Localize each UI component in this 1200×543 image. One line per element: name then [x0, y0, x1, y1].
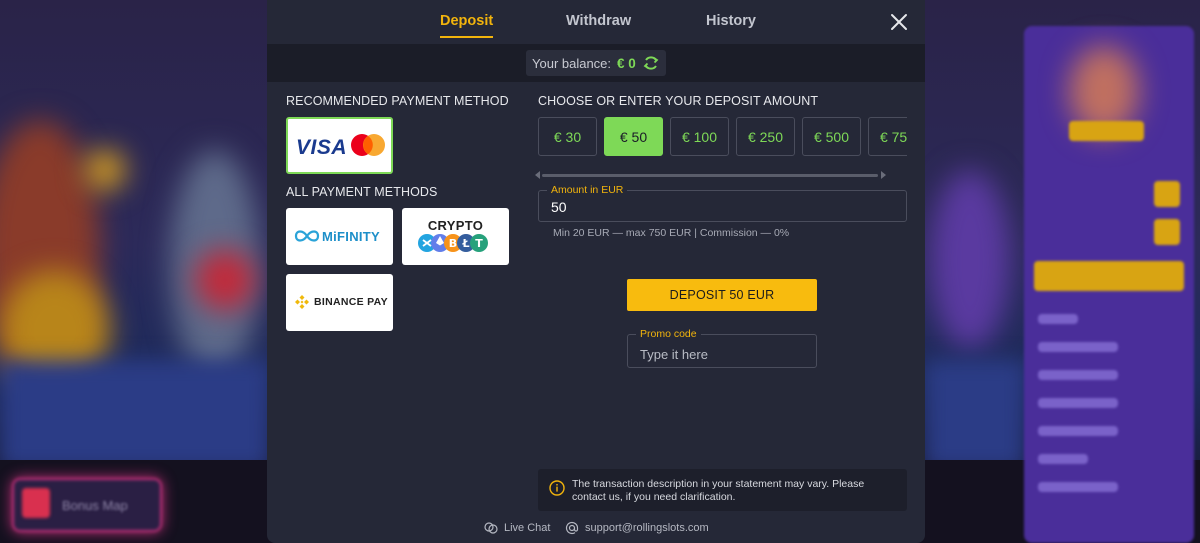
- balance-value: € 0: [617, 55, 636, 71]
- mifinity-logo: MiFINITY: [322, 229, 381, 244]
- bg-flag: [85, 150, 125, 190]
- bg-panel-button: [1154, 181, 1180, 207]
- promo-code-input[interactable]: [640, 345, 800, 363]
- amount-option-30[interactable]: € 30: [538, 117, 597, 156]
- amount-option-250[interactable]: € 250: [736, 117, 795, 156]
- amount-field[interactable]: Amount in EUR 50: [538, 184, 907, 222]
- scroll-right-arrow-icon[interactable]: [881, 171, 886, 179]
- payment-method-mifinity[interactable]: MiFINITY: [286, 208, 393, 265]
- binance-icon: [295, 295, 309, 309]
- scroll-left-arrow-icon[interactable]: [535, 171, 540, 179]
- amount-field-value: 50: [551, 199, 567, 215]
- balance-bar: Your balance: € 0: [267, 44, 925, 82]
- recommended-method-label: RECOMMENDED PAYMENT METHOD: [286, 94, 509, 108]
- tab-deposit[interactable]: Deposit: [440, 13, 494, 38]
- bg-panel-button: [1154, 219, 1180, 245]
- amount-option-750[interactable]: € 750: [868, 117, 907, 156]
- bg-deposit-button: [1034, 261, 1184, 291]
- support-email-link[interactable]: support@rollingslots.com: [565, 521, 709, 535]
- transaction-notice: The transaction description in your stat…: [538, 469, 907, 511]
- modal-tabs: Deposit Withdraw History: [267, 0, 925, 44]
- crypto-label: CRYPTO: [427, 218, 484, 233]
- svg-text:B: B: [449, 237, 457, 250]
- crypto-coins-icon: B Ł T: [418, 234, 488, 252]
- info-icon: [549, 480, 565, 496]
- amount-options: € 30 € 50 € 100 € 250 € 500 € 750: [538, 117, 907, 157]
- notice-text: The transaction description in your stat…: [572, 478, 865, 503]
- mastercard-icon: [351, 134, 385, 156]
- payment-method-binance-pay[interactable]: BINANCE PAY: [286, 274, 393, 331]
- all-methods-label: ALL PAYMENT METHODS: [286, 185, 438, 199]
- bg-menu-row: [1038, 426, 1118, 436]
- bg-guitar: [195, 250, 255, 310]
- close-icon: [891, 14, 907, 30]
- deposit-modal: Deposit Withdraw History Your balance: €…: [267, 0, 925, 543]
- bg-menu-row: [1038, 370, 1118, 380]
- at-icon: [565, 521, 579, 535]
- svg-text:Ł: Ł: [461, 237, 469, 250]
- amount-option-100[interactable]: € 100: [670, 117, 729, 156]
- payment-method-visa-mastercard[interactable]: VISA: [286, 117, 393, 174]
- refresh-icon[interactable]: [642, 54, 660, 72]
- amount-limits: Min 20 EUR — max 750 EUR | Commission — …: [553, 227, 790, 239]
- svg-text:T: T: [475, 237, 483, 250]
- bg-stage-left: [0, 360, 270, 470]
- bg-level-badge: [1069, 121, 1144, 141]
- amount-option-50[interactable]: € 50: [604, 117, 663, 156]
- bg-menu-row: [1038, 482, 1118, 492]
- tab-history[interactable]: History: [706, 13, 756, 29]
- live-chat-link[interactable]: Live Chat: [484, 521, 550, 535]
- bg-bonus-map-label: Bonus Map: [62, 498, 128, 513]
- live-chat-label: Live Chat: [504, 522, 551, 534]
- amount-field-label: Amount in EUR: [547, 184, 628, 196]
- bg-menu-row: [1038, 314, 1078, 324]
- chat-icon: [484, 522, 498, 534]
- amount-scrollbar[interactable]: [542, 174, 878, 177]
- bg-menu-row: [1038, 342, 1118, 352]
- promo-code-label: Promo code: [636, 328, 701, 340]
- amount-option-500[interactable]: € 500: [802, 117, 861, 156]
- deposit-amount-label: CHOOSE OR ENTER YOUR DEPOSIT AMOUNT: [538, 94, 819, 108]
- balance-box: Your balance: € 0: [526, 50, 666, 76]
- support-email-label: support@rollingslots.com: [585, 522, 709, 534]
- tab-withdraw[interactable]: Withdraw: [566, 13, 631, 29]
- bg-side-panel: [1024, 26, 1194, 543]
- promo-code-box: Promo code: [627, 328, 817, 368]
- balance-label: Your balance:: [532, 55, 612, 71]
- bg-menu-row: [1038, 398, 1118, 408]
- close-button[interactable]: [890, 13, 908, 31]
- bg-character-right: [930, 170, 1010, 350]
- bg-stage-right: [925, 360, 1025, 470]
- binance-pay-logo: BINANCE PAY: [314, 296, 388, 308]
- bg-bonus-map-icon: [22, 488, 50, 518]
- deposit-button[interactable]: DEPOSIT 50 EUR: [627, 279, 817, 311]
- mifinity-infinity-icon: [294, 230, 320, 242]
- payment-method-crypto[interactable]: CRYPTO B Ł T: [402, 208, 509, 265]
- bg-menu-row: [1038, 454, 1088, 464]
- visa-logo: VISA: [296, 136, 348, 159]
